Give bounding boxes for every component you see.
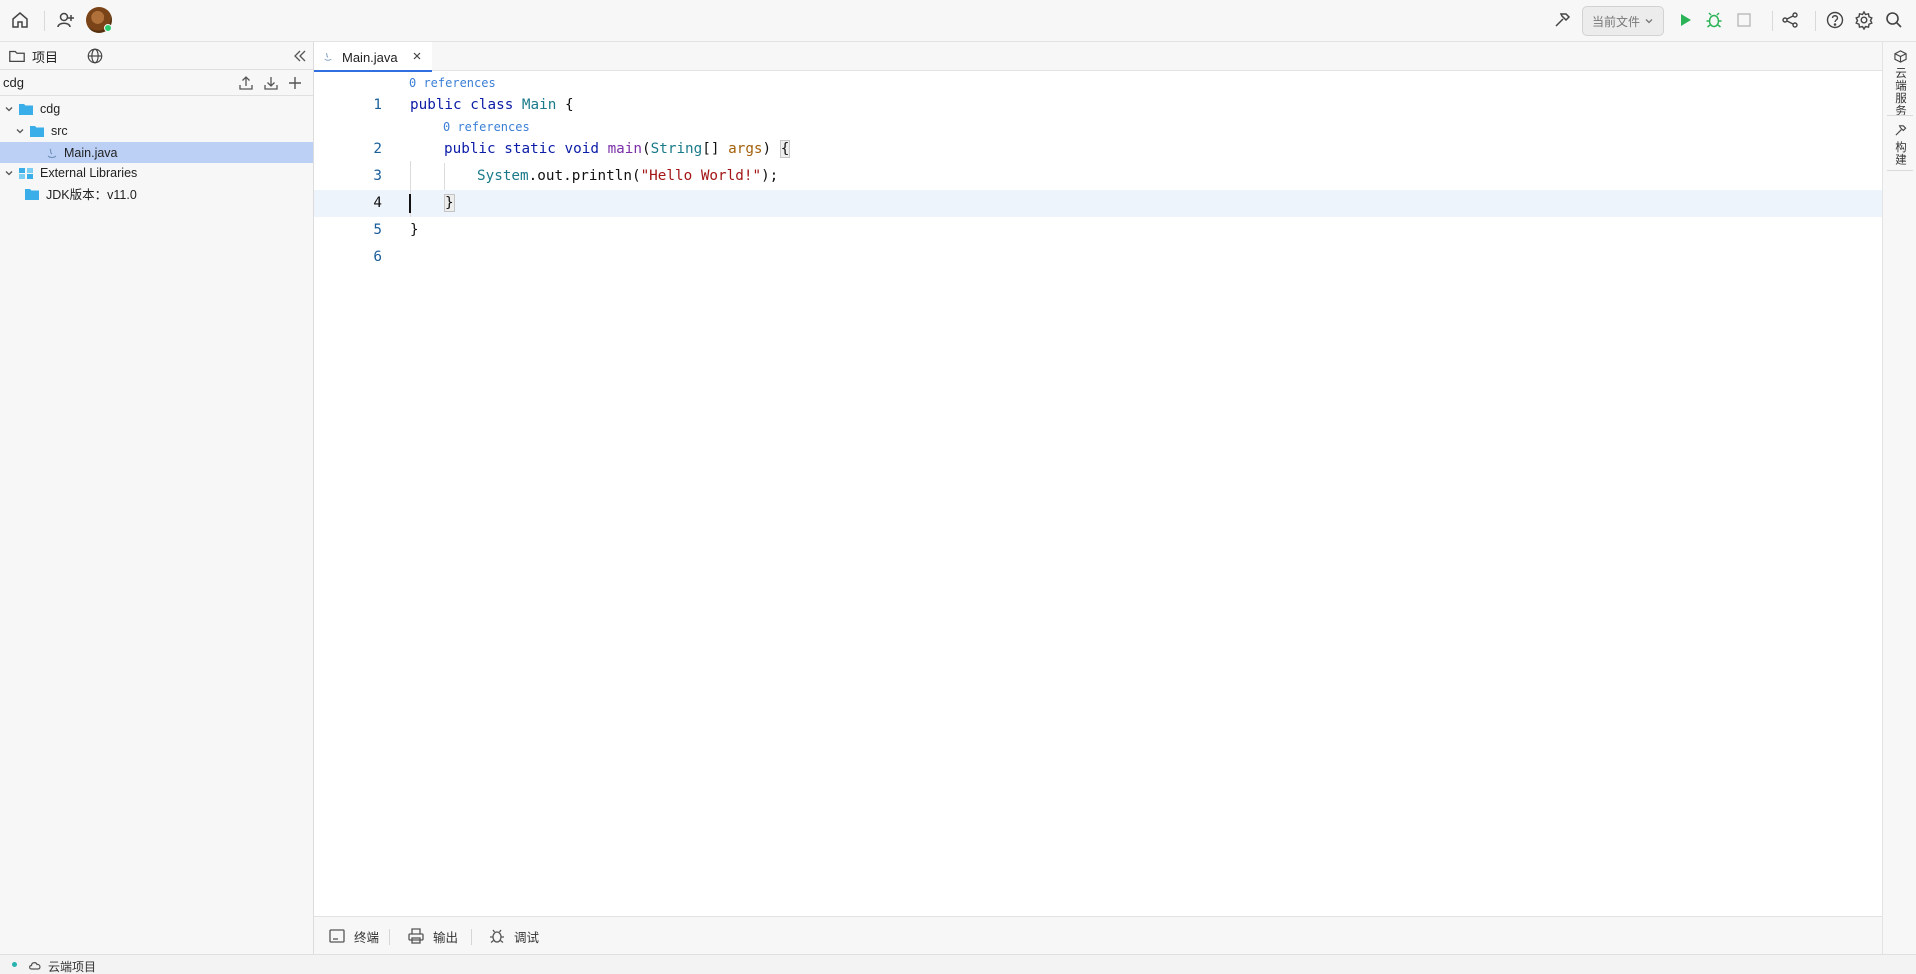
references-lens[interactable]: 0 references xyxy=(443,120,530,134)
line-number: 2 xyxy=(373,141,382,157)
printer-icon xyxy=(408,928,424,944)
line-number: 4 xyxy=(373,195,382,211)
tab-main-java[interactable]: Main.java xyxy=(314,42,432,72)
cube-icon xyxy=(1893,50,1907,63)
stop-icon[interactable] xyxy=(1730,6,1758,34)
java-file-icon xyxy=(324,52,332,61)
folder-icon xyxy=(30,125,44,137)
top-toolbar: 当前文件 xyxy=(0,0,1916,42)
tab-project[interactable]: 项目 xyxy=(8,45,58,67)
line-text: } xyxy=(410,222,419,238)
tree-item-label: src xyxy=(51,123,68,138)
tree-item-label: JDK版本：v11.0 xyxy=(46,188,137,202)
debug-tab[interactable]: 调试 xyxy=(488,926,539,946)
download-icon[interactable] xyxy=(261,74,281,92)
connection-status-dot xyxy=(12,962,17,967)
search-icon[interactable] xyxy=(1880,6,1908,34)
indent-guide xyxy=(444,163,445,190)
text-caret xyxy=(409,194,411,213)
cloud-icon xyxy=(29,962,41,970)
line-number: 5 xyxy=(373,222,382,238)
close-icon[interactable] xyxy=(410,49,424,63)
status-bar: 云端项目 xyxy=(0,954,1916,974)
code-line: 2 public static void main(String[] args)… xyxy=(314,136,1882,163)
references-lens[interactable]: 0 references xyxy=(409,76,496,90)
java-file-icon xyxy=(47,148,57,158)
tree-item-main-java[interactable]: Main.java xyxy=(0,142,313,163)
online-status-dot xyxy=(104,24,112,32)
code-line: 6 xyxy=(314,244,1882,271)
editor-tabbar: Main.java xyxy=(314,42,1882,72)
globe-icon xyxy=(87,48,103,64)
line-number: 6 xyxy=(373,249,382,265)
tree-item-cdg[interactable]: cdg xyxy=(0,98,313,119)
tree-item-label: cdg xyxy=(40,101,61,116)
terminal-tab[interactable]: 终端 xyxy=(328,926,379,946)
tab-label: Main.java xyxy=(342,50,398,65)
terminal-icon xyxy=(329,929,345,943)
code-line: 5 } xyxy=(314,217,1882,244)
chevron-down-icon xyxy=(1645,19,1653,24)
help-icon[interactable] xyxy=(1821,6,1849,34)
output-tab[interactable]: 输出 xyxy=(407,926,458,946)
line-text: public static void main(String[] args) { xyxy=(444,140,791,158)
code-editor: Main.java 0 references 1 public class Ma… xyxy=(314,42,1894,916)
code-line-current: 4 } xyxy=(314,190,1882,217)
library-icon xyxy=(19,167,33,179)
build-tab[interactable]: 构建 xyxy=(1883,124,1916,166)
run-target-label: 当前文件 xyxy=(1591,14,1640,29)
tree-item-label: Main.java xyxy=(64,145,118,160)
hammer-icon xyxy=(1894,125,1906,136)
run-target-select[interactable]: 当前文件 xyxy=(1582,6,1664,36)
sidebar-tabs: 项目 xyxy=(0,42,313,70)
bug-icon xyxy=(490,929,504,944)
code-line: 1 public class Main { xyxy=(314,92,1882,119)
debug-icon[interactable] xyxy=(1700,6,1728,34)
share-icon[interactable] xyxy=(1776,6,1804,34)
home-icon[interactable] xyxy=(6,6,34,34)
tree-item-jdk[interactable]: JDK版本：v11.0 xyxy=(0,183,313,204)
code-area[interactable]: 0 references 1 public class Main { 0 ref… xyxy=(314,71,1894,916)
line-number: 1 xyxy=(373,97,382,113)
code-line: 3 System.out.println("Hello World!"); xyxy=(314,163,1882,190)
debug-tab-label: 调试 xyxy=(514,930,540,945)
add-file-icon[interactable] xyxy=(285,74,305,92)
tab-network[interactable] xyxy=(86,45,104,67)
status-text[interactable]: 云端项目 xyxy=(48,958,96,974)
upload-icon[interactable] xyxy=(236,74,256,92)
bottom-panel-bar: 终端 输出 调试 xyxy=(314,916,1882,954)
gear-icon[interactable] xyxy=(1850,6,1878,34)
folder-icon xyxy=(19,103,33,115)
build-label: 构建 xyxy=(1894,141,1906,166)
line-text: System.out.println("Hello World!"); xyxy=(477,168,779,184)
output-tab-label: 输出 xyxy=(433,930,459,945)
project-header: cdg xyxy=(0,70,313,96)
tree-item-label: External Libraries xyxy=(40,165,138,180)
right-tool-strip: 云端服务 构建 xyxy=(1882,42,1916,954)
tree-item-src[interactable]: src xyxy=(0,120,313,141)
add-user-icon[interactable] xyxy=(52,6,80,34)
chevron-down-icon xyxy=(16,128,24,133)
cloud-service-label: 云端服务 xyxy=(1894,67,1906,117)
folder-icon xyxy=(9,50,25,63)
chevron-down-icon xyxy=(5,106,13,111)
tab-project-label: 项目 xyxy=(32,49,59,65)
cloud-service-tab[interactable]: 云端服务 xyxy=(1883,50,1916,117)
collapse-sidebar-icon[interactable] xyxy=(290,47,310,65)
line-number: 3 xyxy=(373,168,382,184)
project-name: cdg xyxy=(3,75,24,90)
terminal-tab-label: 终端 xyxy=(354,930,380,945)
chevron-down-icon xyxy=(5,170,13,175)
line-text: public class Main { xyxy=(410,97,574,113)
run-icon[interactable] xyxy=(1671,6,1699,34)
tree-item-external-libraries[interactable]: External Libraries xyxy=(0,162,313,183)
hammer-icon[interactable] xyxy=(1548,6,1576,34)
line-text: } xyxy=(444,194,455,212)
folder-icon xyxy=(25,188,39,200)
project-sidebar: 项目 cdg cdg src Main.java External Librar… xyxy=(0,42,314,954)
